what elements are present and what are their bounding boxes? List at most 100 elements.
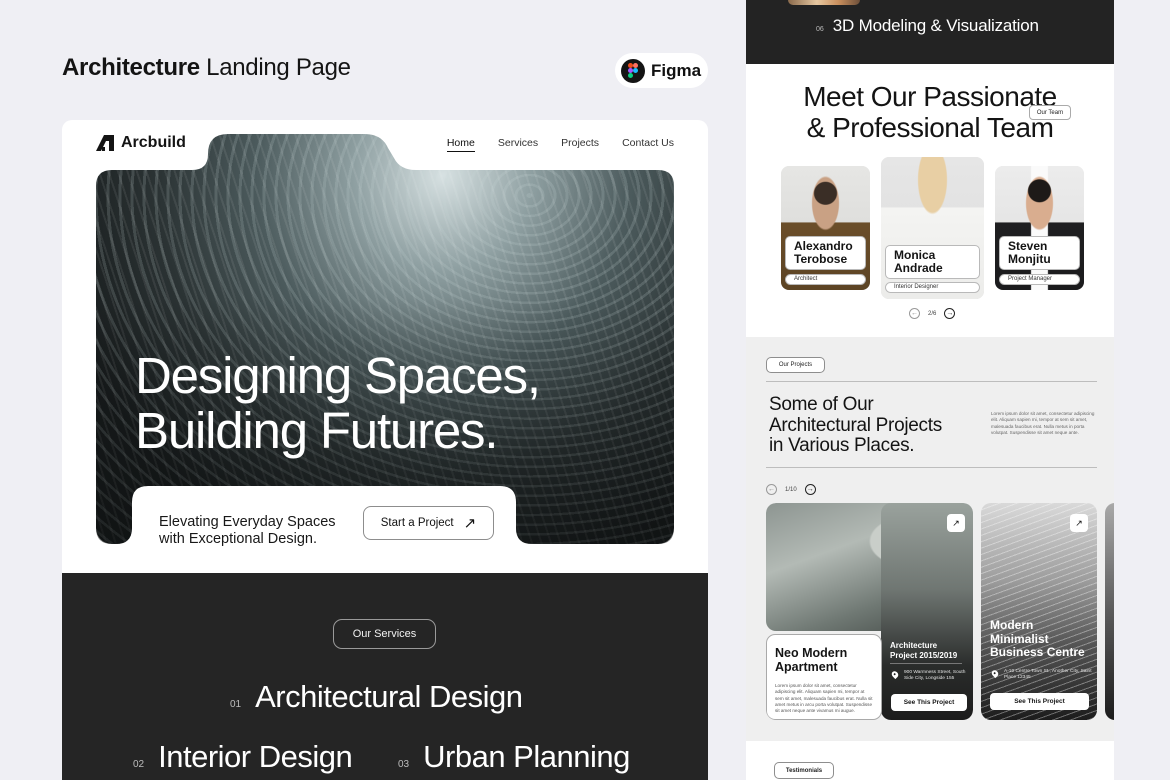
- landing-page-mockup-continued: 06 3D Modeling & Visualization Meet Our …: [746, 0, 1114, 780]
- location-pin-icon: [990, 668, 1000, 679]
- projects-heading-line-1: Some of Our: [769, 394, 874, 415]
- arrow-up-right-icon: ↗: [463, 514, 477, 532]
- team-member-card[interactable]: Alexandro Terobose Architect: [781, 166, 870, 290]
- project-title-line-2: Minimalist: [990, 631, 1049, 646]
- service-item[interactable]: 06 3D Modeling & Visualization: [816, 16, 1039, 36]
- project-card-partial[interactable]: [1105, 503, 1114, 720]
- page-title-light: Landing Page: [206, 54, 351, 81]
- open-project-arrow-icon[interactable]: ↗: [947, 514, 965, 532]
- start-project-button[interactable]: Start a Project ↗: [363, 506, 494, 540]
- brand-name: Arcbuild: [121, 134, 186, 151]
- member-role: Project Manager: [999, 274, 1080, 285]
- figma-label: Figma: [651, 60, 702, 80]
- project-title: Modern Minimalist Business Centre: [990, 618, 1085, 660]
- projects-description: Lorem ipsum dolor sit amet, consectetur …: [991, 411, 1095, 435]
- divider: [890, 663, 962, 664]
- project-card[interactable]: ↗ Neo Modern Apartment Lorem ipsum dolor…: [766, 503, 973, 720]
- team-member-card[interactable]: Steven Monjitu Project Manager: [995, 166, 1084, 290]
- location-pin-icon: [890, 669, 900, 680]
- project-description: Lorem ipsum dolor sit amet, consectetur …: [775, 683, 873, 714]
- member-name: Monica Andrade: [885, 245, 980, 279]
- projects-pager: ← 1/10 →: [766, 484, 816, 495]
- services-section: Our Services 01 Architectural Design 02 …: [62, 573, 708, 780]
- figma-logo-icon: [621, 58, 645, 83]
- member-role: Architect: [785, 274, 866, 285]
- member-photo: [995, 166, 1084, 290]
- nav-services[interactable]: Services: [498, 137, 538, 152]
- prev-arrow-icon[interactable]: ←: [766, 484, 777, 495]
- main-nav: Home Services Projects Contact Us: [446, 137, 674, 152]
- brand-logo[interactable]: Arcbuild: [96, 134, 186, 152]
- nav-home[interactable]: Home: [446, 137, 475, 152]
- service-label: Urban Planning: [423, 739, 630, 774]
- arcbuild-logo-icon: [96, 135, 114, 151]
- page-title-bold: Architecture: [62, 54, 200, 81]
- service-item[interactable]: 01 Architectural Design: [230, 679, 523, 715]
- hero-heading-line-1: Designing Spaces,: [135, 347, 541, 404]
- team-section: Meet Our Passionate & Professional Team …: [746, 64, 1114, 337]
- service-number: 01: [230, 699, 242, 710]
- service-label: 3D Modeling & Visualization: [832, 16, 1039, 35]
- service-number: 06: [816, 26, 824, 33]
- project-subtitle-line-2: Project 2015/2019: [890, 651, 958, 660]
- landing-page-mockup: Arcbuild Home Services Projects Contact …: [62, 120, 708, 780]
- service-item[interactable]: 03 Urban Planning: [398, 739, 630, 775]
- member-last-name: Terobose: [794, 252, 848, 266]
- member-last-name: Monjitu: [1008, 252, 1051, 266]
- divider: [766, 381, 1097, 382]
- project-title-line-2: Apartment: [775, 659, 838, 674]
- services-section-end: 06 3D Modeling & Visualization: [746, 0, 1114, 64]
- project-subtitle: Architecture Project 2015/2019: [890, 641, 957, 661]
- member-last-name: Andrade: [894, 261, 943, 275]
- project-location: 900 Warmness Street, South Side City, Lo…: [890, 669, 966, 683]
- project-card[interactable]: ↗ Modern Minimalist Business Centre A-10…: [981, 503, 1097, 720]
- member-name: Alexandro Terobose: [785, 236, 866, 270]
- project-address: A-10 Centre Town St., Another City, Sain…: [1004, 669, 1092, 681]
- nav-projects[interactable]: Projects: [561, 137, 599, 152]
- project-title: Neo Modern Apartment: [775, 646, 873, 674]
- projects-heading: Some of Our Architectural Projects in Va…: [769, 394, 942, 457]
- team-member-card[interactable]: Monica Andrade Interior Designer: [881, 157, 984, 299]
- member-photo: [781, 166, 870, 290]
- figma-badge[interactable]: Figma: [615, 53, 708, 88]
- hero-heading: Designing Spaces, Building Futures.: [135, 347, 541, 459]
- service-number: 02: [133, 759, 145, 770]
- project-title-line-3: Business Centre: [990, 645, 1085, 659]
- page-title: Architecture Landing Page: [62, 54, 351, 82]
- team-pager: ← 2/6 →: [909, 308, 956, 319]
- service-number: 03: [398, 759, 410, 770]
- team-page-indicator: 2/6: [928, 310, 937, 317]
- our-team-pill[interactable]: Our Team: [1029, 105, 1071, 120]
- see-project-button[interactable]: See This Project: [990, 693, 1089, 710]
- testimonials-section: Testimonials: [746, 741, 1114, 780]
- project-dark-panel: [881, 503, 973, 720]
- next-arrow-icon[interactable]: →: [944, 308, 956, 319]
- hero-section: [96, 134, 674, 544]
- projects-page-indicator: 1/10: [785, 486, 797, 493]
- service-thumbnail: [788, 0, 860, 5]
- open-project-arrow-icon[interactable]: ↗: [1070, 514, 1088, 532]
- see-project-button[interactable]: See This Project: [891, 694, 967, 711]
- our-projects-pill[interactable]: Our Projects: [766, 357, 825, 373]
- hero-building-image: [96, 134, 674, 544]
- our-services-pill[interactable]: Our Services: [333, 619, 436, 649]
- next-arrow-icon[interactable]: →: [804, 484, 816, 495]
- hero-heading-line-2: Building Futures.: [135, 402, 499, 459]
- service-label: Architectural Design: [255, 679, 523, 714]
- project-title-line-1: Neo Modern: [775, 646, 848, 660]
- member-name: Steven Monjitu: [999, 236, 1080, 270]
- project-title-line-1: Modern: [990, 618, 1034, 632]
- nav-contact-us[interactable]: Contact Us: [622, 137, 674, 152]
- projects-heading-line-2: Architectural Projects: [769, 414, 942, 436]
- testimonials-pill[interactable]: Testimonials: [774, 762, 834, 779]
- service-item[interactable]: 02 Interior Design: [133, 739, 353, 775]
- start-project-label: Start a Project: [380, 517, 454, 529]
- projects-section: Our Projects Some of Our Architectural P…: [746, 337, 1114, 741]
- project-subtitle-line-1: Architecture: [890, 641, 938, 650]
- project-info-card: Neo Modern Apartment Lorem ipsum dolor s…: [766, 634, 882, 720]
- service-label: Interior Design: [158, 739, 353, 774]
- project-address: 900 Warmness Street, South Side City, Lo…: [904, 670, 966, 682]
- divider: [766, 467, 1097, 468]
- prev-arrow-icon[interactable]: ←: [909, 308, 920, 319]
- project-location: A-10 Centre Town St., Another City, Sain…: [990, 668, 1092, 682]
